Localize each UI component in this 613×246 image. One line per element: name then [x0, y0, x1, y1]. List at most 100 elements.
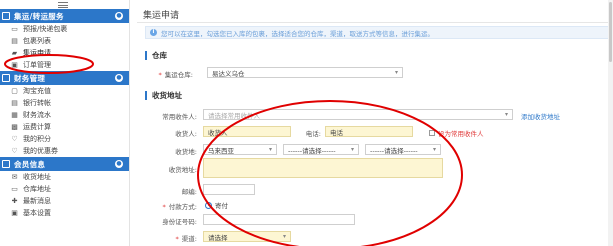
collapse-icon[interactable]: ● — [115, 160, 123, 168]
section-marker — [145, 91, 147, 100]
required-mark: * — [175, 235, 179, 243]
order-icon: ▣ — [11, 61, 18, 69]
label-text: 渠道: — [181, 235, 197, 243]
sidebar-item-label: 我的积分 — [23, 135, 51, 143]
postcode-label: 邮编: — [181, 188, 197, 196]
sidebar-item-consolidation-apply[interactable]: ▰ 集运申请 — [0, 47, 129, 59]
payment-radio-prepaid[interactable]: 寄付 — [205, 200, 228, 210]
hamburger-icon[interactable] — [58, 2, 68, 8]
sidebar-topbar — [0, 0, 129, 9]
sidebar-item-label: 银行转帐 — [23, 99, 51, 107]
id-number-input[interactable] — [203, 214, 355, 225]
sidebar-item-label: 运费计算 — [23, 123, 51, 131]
sidebar-item-shipping-calc[interactable]: ▩ 运费计算 — [0, 121, 129, 133]
ledger-icon: ▦ — [11, 111, 18, 119]
section-icon — [2, 160, 10, 168]
collapse-icon[interactable]: ● — [115, 12, 123, 20]
phone-input[interactable]: 电话 — [325, 126, 413, 137]
detail-address-textarea[interactable] — [203, 158, 443, 178]
chevron-down-icon: ▾ — [504, 111, 508, 118]
radio-icon[interactable] — [205, 201, 212, 209]
channel-select[interactable]: 请选择 ▾ — [203, 231, 291, 242]
select-value: 请选择 — [208, 233, 228, 242]
info-notice: i 您可以在这里，勾选您已入库的包裹，选择适合您的仓库，渠道，取送方式等信息，进… — [145, 26, 613, 39]
required-mark: * — [158, 71, 162, 79]
chevron-down-icon: ▾ — [394, 69, 398, 76]
checkbox-label: 设为常用收件人 — [438, 130, 484, 138]
sidebar-item-points[interactable]: ♡ 我的积分 — [0, 133, 129, 145]
sidebar-item-warehouse-address[interactable]: ▭ 仓库地址 — [0, 183, 129, 195]
list-icon: ▤ — [11, 37, 18, 45]
section-address: 收货地址 — [145, 90, 182, 101]
info-icon: i — [150, 29, 157, 36]
sidebar-section-title: 集运/转运服务 — [14, 11, 64, 21]
section-marker — [145, 51, 147, 60]
common-receiver-select[interactable]: 请选择常用收件人 ▾ — [203, 109, 513, 120]
detail-address-label: 收货地址: — [168, 166, 197, 174]
select-value: 易达义乌仓 — [212, 69, 245, 78]
scrollbar-thumb[interactable] — [609, 2, 612, 62]
message-icon: ✚ — [11, 197, 18, 205]
collapse-icon[interactable]: ● — [115, 74, 123, 82]
coupon-icon: ♡ — [11, 147, 18, 155]
page-title: 集运申请 — [143, 11, 180, 21]
required-mark: * — [162, 203, 166, 211]
postcode-input[interactable] — [203, 184, 255, 195]
sidebar-section-member[interactable]: 会员信息 ● — [0, 157, 129, 171]
sidebar-section-title: 会员信息 — [14, 159, 46, 169]
radio-label: 寄付 — [215, 202, 228, 210]
receiver-label: 收货人: — [175, 130, 197, 138]
warehouse-icon: ▭ — [11, 185, 18, 193]
select-value: ------请选择------ — [370, 146, 418, 155]
sidebar-item-label: 仓库地址 — [23, 185, 51, 193]
sidebar-item-address[interactable]: ✉ 收货地址 — [0, 171, 129, 183]
sidebar-item-label: 我的优惠券 — [23, 147, 58, 155]
state-select[interactable]: ------请选择------ ▾ — [283, 144, 359, 155]
title-divider — [137, 22, 613, 23]
checkbox-box[interactable] — [429, 130, 435, 136]
sidebar-item-bank-transfer[interactable]: ▤ 银行转帐 — [0, 97, 129, 109]
points-icon: ♡ — [11, 135, 18, 143]
id-number-label: 身份证号码: — [162, 218, 197, 226]
receiver-input[interactable]: 收货人 — [203, 126, 291, 137]
sidebar-item-label: 基本设置 — [23, 209, 51, 217]
sidebar-section-finance[interactable]: 财务管理 ● — [0, 71, 129, 85]
sidebar-item-package-list[interactable]: ▤ 包裹列表 — [0, 35, 129, 47]
sidebar-item-messages[interactable]: ✚ 最新消息 — [0, 195, 129, 207]
sidebar-item-coupons[interactable]: ♡ 我的优惠券 — [0, 145, 129, 157]
main-content: 集运申请 i 您可以在这里，勾选您已入库的包裹，选择适合您的仓库，渠道，取送方式… — [131, 0, 613, 246]
location-icon: ✉ — [11, 173, 18, 181]
sidebar-item-settings[interactable]: ▣ 基本设置 — [0, 207, 129, 219]
select-value: 马来西亚 — [208, 146, 234, 155]
sidebar-item-label: 订单管理 — [23, 61, 51, 69]
warehouse-select[interactable]: 易达义乌仓 ▾ — [207, 67, 403, 78]
sidebar-item-label: 包裹列表 — [23, 37, 51, 45]
sidebar-item-recharge[interactable]: ▢ 淘宝充值 — [0, 85, 129, 97]
sidebar-item-forecast[interactable]: ▭ 预报/快递包裹 — [0, 23, 129, 35]
channel-label: * 渠道: — [137, 233, 197, 243]
sidebar: 集运/转运服务 ● ▭ 预报/快递包裹 ▤ 包裹列表 ▰ 集运申请 ▣ 订单管理… — [0, 0, 130, 246]
sidebar-item-label: 集运申请 — [23, 49, 51, 57]
sidebar-item-ledger[interactable]: ▦ 财务流水 — [0, 109, 129, 121]
sidebar-section-consolidation[interactable]: 集运/转运服务 ● — [0, 9, 129, 23]
add-address-link[interactable]: 添加收货地址 — [521, 111, 560, 121]
settings-icon: ▣ — [11, 209, 18, 217]
select-placeholder: 请选择常用收件人 — [208, 111, 260, 120]
payment-label: * 付款方式: — [137, 201, 197, 211]
chevron-down-icon: ▾ — [268, 146, 272, 153]
set-common-receiver-checkbox[interactable]: 设为常用收件人 — [429, 128, 484, 138]
page-scrollbar[interactable] — [608, 0, 613, 246]
country-select[interactable]: 马来西亚 ▾ — [203, 144, 277, 155]
section-icon — [2, 12, 10, 20]
label-text: 集运仓库: — [164, 71, 193, 79]
truck-icon: ▰ — [11, 49, 18, 57]
sidebar-item-label: 最新消息 — [23, 197, 51, 205]
sidebar-item-label: 收货地址 — [23, 173, 51, 181]
region-label: 收货地: — [175, 148, 197, 156]
app-root: 集运/转运服务 ● ▭ 预报/快递包裹 ▤ 包裹列表 ▰ 集运申请 ▣ 订单管理… — [0, 0, 613, 246]
city-select[interactable]: ------请选择------ ▾ — [365, 144, 441, 155]
recharge-icon: ▢ — [11, 87, 18, 95]
sidebar-item-label: 预报/快递包裹 — [23, 25, 68, 33]
sidebar-item-orders[interactable]: ▣ 订单管理 — [0, 59, 129, 71]
common-receiver-label: 常用收件人: — [162, 113, 197, 121]
